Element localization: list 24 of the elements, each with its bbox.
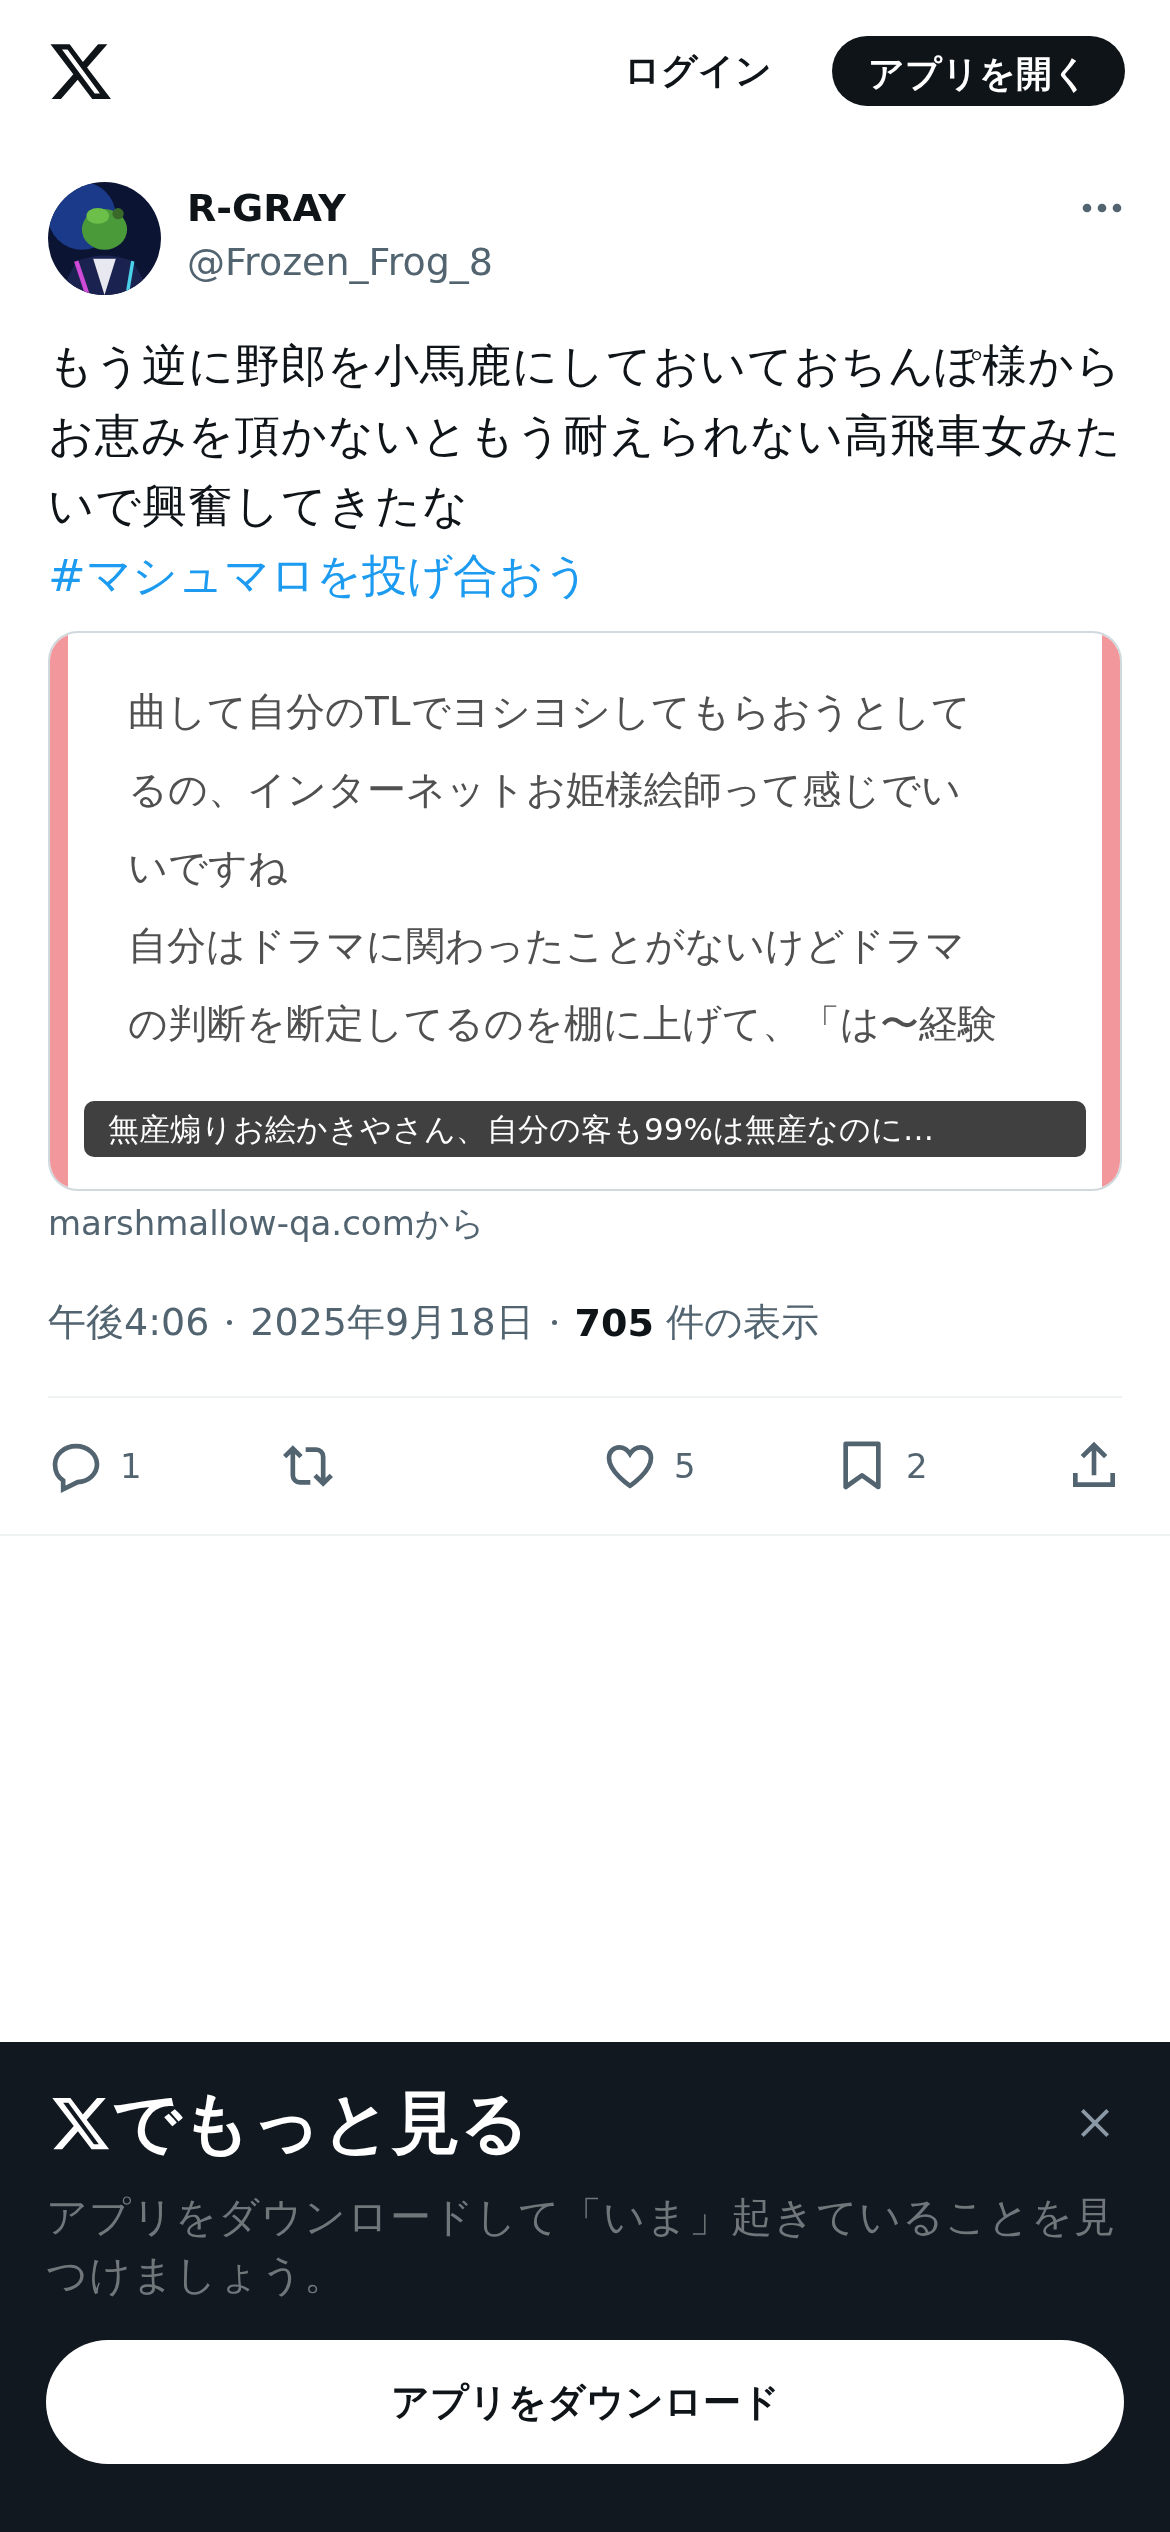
banner-title: でもっと見る xyxy=(112,2081,530,2164)
card-source[interactable]: marshmallow-qa.comから xyxy=(48,1201,1122,1247)
download-button[interactable]: アプリをダウンロード xyxy=(46,2340,1124,2464)
author-handle[interactable]: @Frozen_Frog_8 xyxy=(187,234,1082,290)
action-count: 5 xyxy=(674,1446,696,1486)
author-name[interactable]: R-GRAY xyxy=(187,182,1082,234)
more-icon[interactable] xyxy=(1082,202,1122,214)
image-text-line: いですね xyxy=(128,844,289,892)
image-card[interactable]: 曲して自分のTLでヨシヨシしてもらおうとして るの、インターネットお姫様絵師って感じでい いですね 自分はドラマに関わったことがないけどドラマ の判断を断定してるのを棚に上げて、「は〜経験 無産煽りお絵かきやさん、自分の客も99%は無産なのに… xyxy=(48,631,1122,1191)
image-text-line: の判断を断定してるのを棚に上げて、「は〜経験 xyxy=(128,1000,998,1048)
post-date[interactable]: 2025年9月18日 xyxy=(250,1297,534,1348)
post-text: もう逆に野郎を小馬鹿にしておいておちんぽ様からお恵みを頂かないともう耐えられない高飛車女みたいで興奮してきたな xyxy=(48,338,1122,534)
image-text-line: 曲して自分のTLでヨシヨシしてもらおうとして xyxy=(128,688,972,736)
views-label: 件の表示 xyxy=(665,1299,819,1346)
login-link[interactable]: ログイン xyxy=(624,46,772,96)
image-caption: 無産煽りお絵かきやさん、自分の客も99%は無産なのに… xyxy=(84,1101,1086,1157)
action-count: 1 xyxy=(120,1446,142,1486)
image-text-line: るの、インターネットお姫様絵師って感じでい xyxy=(128,766,962,814)
view-count: 705 xyxy=(574,1300,654,1345)
image-text-line: 自分はドラマに関わったことがないけどドラマ xyxy=(128,922,966,970)
action-count: 2 xyxy=(906,1446,928,1486)
open-app-button[interactable]: アプリを開く xyxy=(832,36,1125,106)
post-time[interactable]: 午後4:06 xyxy=(48,1297,210,1348)
banner-text: アプリをダウンロードして「いま」起きていることを見つけましょう。 xyxy=(46,2192,1117,2301)
